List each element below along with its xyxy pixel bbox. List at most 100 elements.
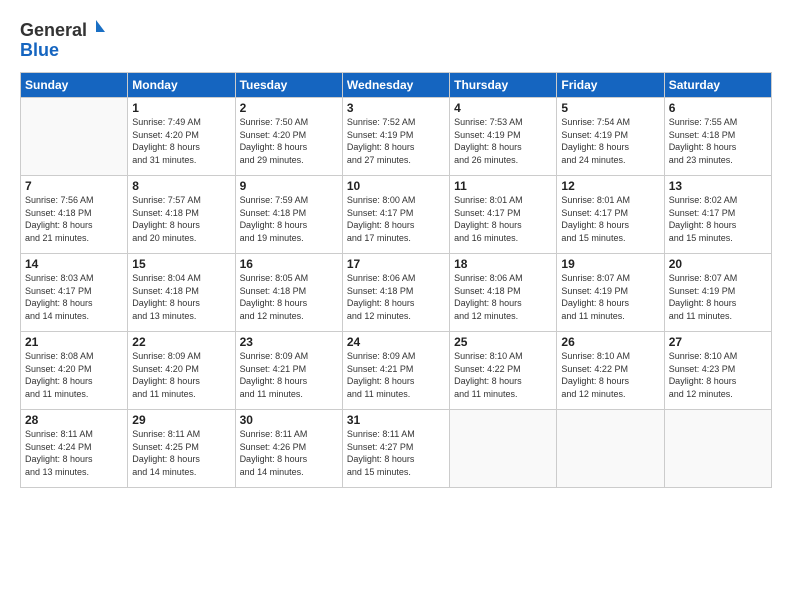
day-info: Sunrise: 8:01 AMSunset: 4:17 PMDaylight:… — [561, 194, 659, 244]
header-day-monday: Monday — [128, 73, 235, 98]
day-info: Sunrise: 8:11 AMSunset: 4:27 PMDaylight:… — [347, 428, 445, 478]
day-number: 14 — [25, 257, 123, 271]
day-info: Sunrise: 8:09 AMSunset: 4:21 PMDaylight:… — [240, 350, 338, 400]
header: General Blue — [20, 16, 772, 64]
calendar-cell: 1Sunrise: 7:49 AMSunset: 4:20 PMDaylight… — [128, 98, 235, 176]
day-info: Sunrise: 7:53 AMSunset: 4:19 PMDaylight:… — [454, 116, 552, 166]
day-number: 30 — [240, 413, 338, 427]
day-number: 7 — [25, 179, 123, 193]
day-info: Sunrise: 8:09 AMSunset: 4:21 PMDaylight:… — [347, 350, 445, 400]
day-info: Sunrise: 8:11 AMSunset: 4:24 PMDaylight:… — [25, 428, 123, 478]
day-info: Sunrise: 8:11 AMSunset: 4:25 PMDaylight:… — [132, 428, 230, 478]
calendar-cell: 24Sunrise: 8:09 AMSunset: 4:21 PMDayligh… — [342, 332, 449, 410]
header-day-friday: Friday — [557, 73, 664, 98]
day-info: Sunrise: 7:54 AMSunset: 4:19 PMDaylight:… — [561, 116, 659, 166]
logo: General Blue — [20, 16, 110, 64]
header-day-saturday: Saturday — [664, 73, 771, 98]
day-number: 22 — [132, 335, 230, 349]
calendar-cell: 3Sunrise: 7:52 AMSunset: 4:19 PMDaylight… — [342, 98, 449, 176]
day-info: Sunrise: 7:55 AMSunset: 4:18 PMDaylight:… — [669, 116, 767, 166]
day-number: 20 — [669, 257, 767, 271]
day-info: Sunrise: 7:49 AMSunset: 4:20 PMDaylight:… — [132, 116, 230, 166]
day-info: Sunrise: 8:04 AMSunset: 4:18 PMDaylight:… — [132, 272, 230, 322]
logo-svg: General Blue — [20, 16, 110, 64]
svg-text:Blue: Blue — [20, 40, 59, 60]
calendar-cell: 29Sunrise: 8:11 AMSunset: 4:25 PMDayligh… — [128, 410, 235, 488]
day-number: 13 — [669, 179, 767, 193]
day-info: Sunrise: 8:01 AMSunset: 4:17 PMDaylight:… — [454, 194, 552, 244]
day-number: 12 — [561, 179, 659, 193]
day-info: Sunrise: 8:06 AMSunset: 4:18 PMDaylight:… — [454, 272, 552, 322]
day-info: Sunrise: 8:11 AMSunset: 4:26 PMDaylight:… — [240, 428, 338, 478]
calendar-cell: 18Sunrise: 8:06 AMSunset: 4:18 PMDayligh… — [450, 254, 557, 332]
calendar-cell: 20Sunrise: 8:07 AMSunset: 4:19 PMDayligh… — [664, 254, 771, 332]
calendar-week-row: 7Sunrise: 7:56 AMSunset: 4:18 PMDaylight… — [21, 176, 772, 254]
day-info: Sunrise: 8:10 AMSunset: 4:23 PMDaylight:… — [669, 350, 767, 400]
day-number: 16 — [240, 257, 338, 271]
header-day-sunday: Sunday — [21, 73, 128, 98]
day-info: Sunrise: 7:57 AMSunset: 4:18 PMDaylight:… — [132, 194, 230, 244]
day-info: Sunrise: 8:05 AMSunset: 4:18 PMDaylight:… — [240, 272, 338, 322]
day-number: 9 — [240, 179, 338, 193]
calendar-cell: 16Sunrise: 8:05 AMSunset: 4:18 PMDayligh… — [235, 254, 342, 332]
calendar-cell: 30Sunrise: 8:11 AMSunset: 4:26 PMDayligh… — [235, 410, 342, 488]
day-number: 15 — [132, 257, 230, 271]
day-number: 4 — [454, 101, 552, 115]
calendar-cell: 11Sunrise: 8:01 AMSunset: 4:17 PMDayligh… — [450, 176, 557, 254]
calendar-cell: 27Sunrise: 8:10 AMSunset: 4:23 PMDayligh… — [664, 332, 771, 410]
calendar-cell: 2Sunrise: 7:50 AMSunset: 4:20 PMDaylight… — [235, 98, 342, 176]
day-number: 21 — [25, 335, 123, 349]
day-number: 11 — [454, 179, 552, 193]
calendar-cell: 4Sunrise: 7:53 AMSunset: 4:19 PMDaylight… — [450, 98, 557, 176]
calendar-table: SundayMondayTuesdayWednesdayThursdayFrid… — [20, 72, 772, 488]
calendar-cell: 22Sunrise: 8:09 AMSunset: 4:20 PMDayligh… — [128, 332, 235, 410]
calendar-week-row: 14Sunrise: 8:03 AMSunset: 4:17 PMDayligh… — [21, 254, 772, 332]
day-number: 24 — [347, 335, 445, 349]
calendar-cell: 14Sunrise: 8:03 AMSunset: 4:17 PMDayligh… — [21, 254, 128, 332]
day-info: Sunrise: 7:56 AMSunset: 4:18 PMDaylight:… — [25, 194, 123, 244]
calendar-cell: 12Sunrise: 8:01 AMSunset: 4:17 PMDayligh… — [557, 176, 664, 254]
calendar-cell — [21, 98, 128, 176]
calendar-cell: 10Sunrise: 8:00 AMSunset: 4:17 PMDayligh… — [342, 176, 449, 254]
day-info: Sunrise: 8:02 AMSunset: 4:17 PMDaylight:… — [669, 194, 767, 244]
page: General Blue SundayMondayTuesdayWednesda… — [0, 0, 792, 612]
calendar-cell — [450, 410, 557, 488]
calendar-cell: 9Sunrise: 7:59 AMSunset: 4:18 PMDaylight… — [235, 176, 342, 254]
calendar-cell: 26Sunrise: 8:10 AMSunset: 4:22 PMDayligh… — [557, 332, 664, 410]
day-info: Sunrise: 8:07 AMSunset: 4:19 PMDaylight:… — [561, 272, 659, 322]
day-info: Sunrise: 8:03 AMSunset: 4:17 PMDaylight:… — [25, 272, 123, 322]
day-number: 2 — [240, 101, 338, 115]
day-number: 29 — [132, 413, 230, 427]
day-number: 8 — [132, 179, 230, 193]
day-number: 31 — [347, 413, 445, 427]
day-info: Sunrise: 8:10 AMSunset: 4:22 PMDaylight:… — [561, 350, 659, 400]
day-number: 27 — [669, 335, 767, 349]
calendar-cell: 7Sunrise: 7:56 AMSunset: 4:18 PMDaylight… — [21, 176, 128, 254]
calendar-header-row: SundayMondayTuesdayWednesdayThursdayFrid… — [21, 73, 772, 98]
day-info: Sunrise: 8:00 AMSunset: 4:17 PMDaylight:… — [347, 194, 445, 244]
day-info: Sunrise: 8:07 AMSunset: 4:19 PMDaylight:… — [669, 272, 767, 322]
calendar-cell: 17Sunrise: 8:06 AMSunset: 4:18 PMDayligh… — [342, 254, 449, 332]
calendar-cell: 21Sunrise: 8:08 AMSunset: 4:20 PMDayligh… — [21, 332, 128, 410]
day-info: Sunrise: 8:09 AMSunset: 4:20 PMDaylight:… — [132, 350, 230, 400]
calendar-cell: 28Sunrise: 8:11 AMSunset: 4:24 PMDayligh… — [21, 410, 128, 488]
calendar-week-row: 28Sunrise: 8:11 AMSunset: 4:24 PMDayligh… — [21, 410, 772, 488]
calendar-week-row: 1Sunrise: 7:49 AMSunset: 4:20 PMDaylight… — [21, 98, 772, 176]
calendar-cell: 5Sunrise: 7:54 AMSunset: 4:19 PMDaylight… — [557, 98, 664, 176]
day-number: 10 — [347, 179, 445, 193]
svg-text:General: General — [20, 20, 87, 40]
header-day-thursday: Thursday — [450, 73, 557, 98]
day-info: Sunrise: 8:08 AMSunset: 4:20 PMDaylight:… — [25, 350, 123, 400]
calendar-cell: 25Sunrise: 8:10 AMSunset: 4:22 PMDayligh… — [450, 332, 557, 410]
calendar-cell — [557, 410, 664, 488]
day-number: 1 — [132, 101, 230, 115]
calendar-cell: 19Sunrise: 8:07 AMSunset: 4:19 PMDayligh… — [557, 254, 664, 332]
day-number: 19 — [561, 257, 659, 271]
day-info: Sunrise: 7:50 AMSunset: 4:20 PMDaylight:… — [240, 116, 338, 166]
day-number: 3 — [347, 101, 445, 115]
day-number: 26 — [561, 335, 659, 349]
header-day-tuesday: Tuesday — [235, 73, 342, 98]
day-number: 23 — [240, 335, 338, 349]
calendar-cell: 13Sunrise: 8:02 AMSunset: 4:17 PMDayligh… — [664, 176, 771, 254]
day-info: Sunrise: 8:06 AMSunset: 4:18 PMDaylight:… — [347, 272, 445, 322]
